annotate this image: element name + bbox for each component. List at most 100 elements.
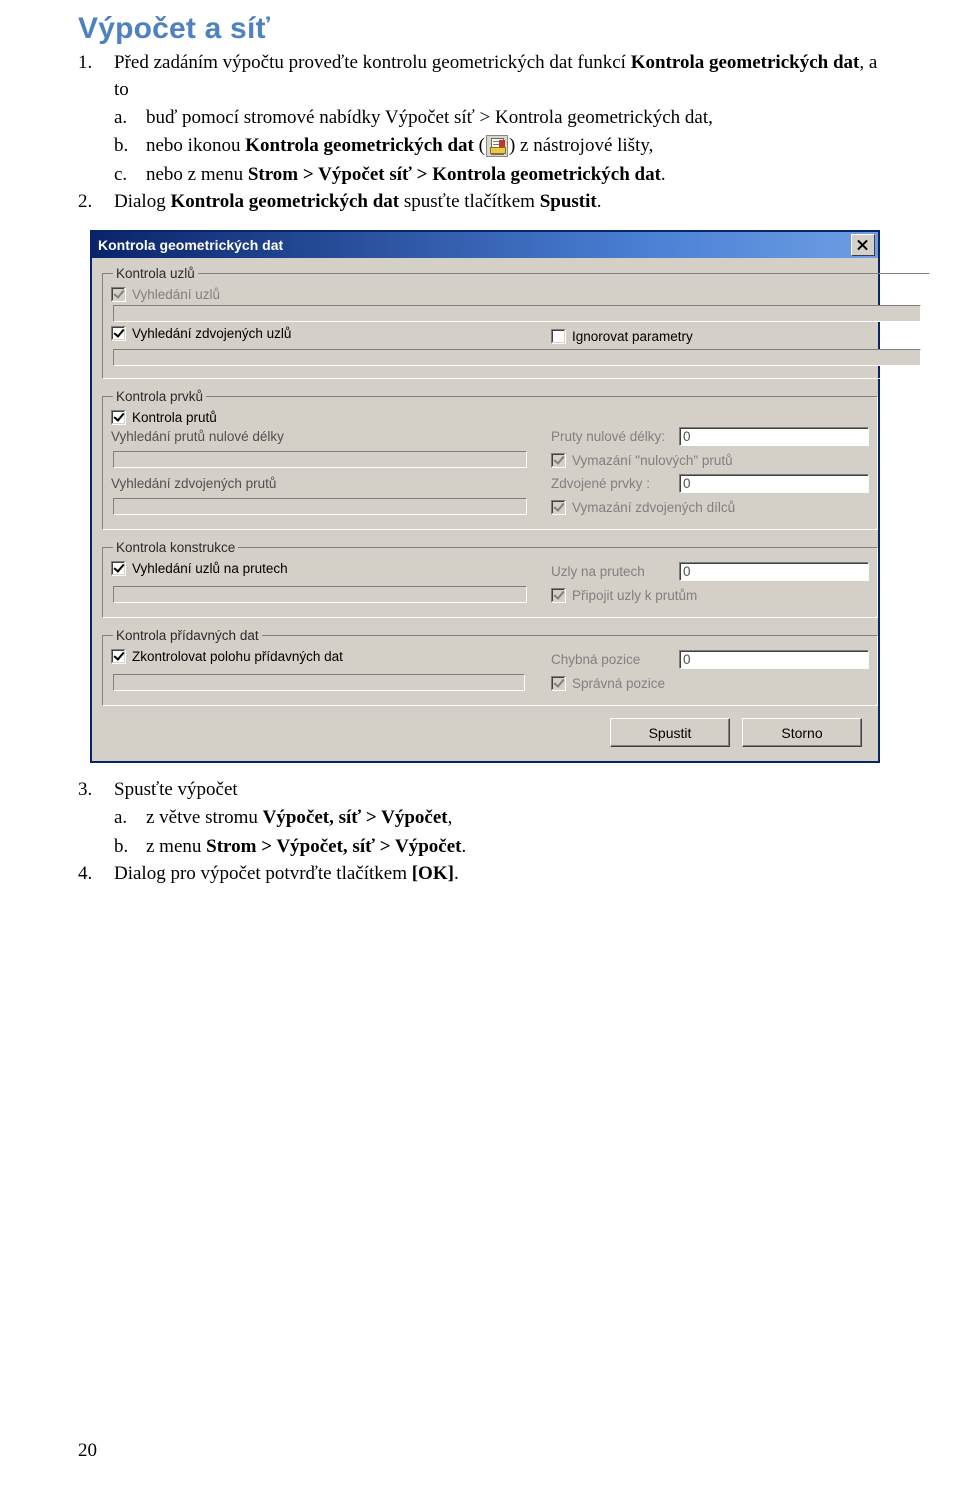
checkbox-find-duplicate-nodes-label: Vyhledání zdvojených uzlů: [132, 326, 292, 342]
row-connect-nodes: Připojit uzly k prutům: [111, 583, 869, 607]
checkbox-find-nodes-on-members[interactable]: Vyhledání uzlů na prutech: [111, 561, 288, 577]
group-structure-check-legend: Kontrola konstrukce: [116, 540, 236, 556]
step-4-text-before: Dialog pro výpočet potvrďte tlačítkem: [114, 863, 412, 885]
checkbox-delete-zero-members-label: Vymazání "nulových" prutů: [572, 452, 733, 468]
step-1-number: 1.: [78, 52, 93, 73]
checkbox-correct-position[interactable]: Správná pozice: [551, 675, 666, 691]
group-elements-check-legend: Kontrola prvků: [116, 389, 204, 405]
step-1a-letter: a.: [114, 106, 128, 128]
checkbox-correct-position-label: Správná pozice: [572, 675, 666, 691]
step-1c-post: .: [660, 163, 666, 185]
step-1b-text: nebo ikonou Kontrola geometrických dat (…: [146, 132, 882, 161]
group-additional-data-check: Kontrola přídavných dat Zkontrolovat pol…: [102, 628, 878, 707]
dialog-title-bar: Kontrola geometrických dat: [92, 232, 878, 259]
step-1c: c. nebo z menu Strom > Výpočet síť > Kon…: [114, 161, 882, 190]
step-4-text: Dialog pro výpočet potvrďte tlačítkem [O…: [114, 861, 882, 888]
row-duplicate-members: Vyhledání zdvojených prutů Zdvojené prvk…: [111, 474, 869, 494]
step-3b-letter: b.: [114, 835, 129, 857]
row-check-members: Kontrola prutů: [111, 410, 869, 426]
step-2-text-after: .: [596, 191, 602, 213]
checkbox-check-additional-data-position[interactable]: Zkontrolovat polohu přídavných dat: [111, 649, 343, 665]
run-button[interactable]: Spustit: [610, 718, 730, 748]
checkbox-find-nodes[interactable]: Vyhledání uzlů: [111, 287, 221, 303]
progress-duplicate-members: [113, 498, 527, 516]
checkbox-find-nodes-label: Vyhledání uzlů: [132, 287, 221, 303]
step-3b-pre: z menu: [146, 835, 207, 857]
checkbox-correct-position-box[interactable]: [551, 675, 566, 691]
checkbox-connect-nodes-to-members-box[interactable]: [551, 587, 566, 603]
checkbox-delete-duplicate-parts-box[interactable]: [551, 499, 566, 515]
field-duplicate-elements[interactable]: 0: [679, 474, 869, 494]
step-1b-post2: ) z nástrojové lišty,: [508, 135, 654, 157]
checkbox-find-duplicate-nodes-box[interactable]: [111, 326, 126, 342]
checkbox-connect-nodes-to-members-label: Připojit uzly k prutům: [572, 587, 698, 603]
checkbox-check-members-box[interactable]: [111, 410, 126, 426]
step-4-bold: [OK]: [411, 863, 454, 885]
step-1c-pre: nebo z menu: [146, 163, 248, 185]
step-2: 2. Dialog Kontrola geometrických dat spu…: [78, 189, 882, 216]
geometry-check-dialog: Kontrola geometrických dat Kontrola uzlů…: [90, 230, 930, 764]
field-zero-length-members[interactable]: 0: [679, 427, 869, 447]
progress-find-nodes: [113, 305, 921, 323]
checkbox-find-nodes-box[interactable]: [111, 287, 126, 303]
step-3a-post: ,: [447, 807, 453, 829]
label-duplicate-elements: Zdvojené prvky :: [551, 476, 651, 492]
checkbox-delete-zero-members[interactable]: Vymazání "nulových" prutů: [551, 452, 733, 468]
close-icon[interactable]: [851, 234, 875, 257]
dialog-title: Kontrola geometrických dat: [98, 237, 284, 254]
progress-zero-length-members: [113, 451, 527, 469]
label-find-zero-length-members: Vyhledání prutů nulové délky: [111, 428, 284, 444]
checkbox-ignore-parameters-box[interactable]: [551, 328, 566, 344]
checkbox-delete-zero-members-box[interactable]: [551, 452, 566, 468]
group-structure-check: Kontrola konstrukce Vyhledání uzlů na pr…: [102, 540, 878, 619]
step-2-number: 2.: [78, 191, 93, 213]
row-nodes-on-members: Vyhledání uzlů na prutech Uzly na prutec…: [111, 561, 869, 581]
cancel-button[interactable]: Storno: [742, 718, 862, 748]
checkbox-check-additional-data-position-box[interactable]: [111, 649, 126, 665]
field-wrong-position[interactable]: 0: [679, 649, 869, 669]
step-1-bold: Kontrola geometrických dat: [630, 52, 860, 73]
row-find-duplicate-nodes: Vyhledání zdvojených uzlů Ignorovat para…: [111, 326, 921, 346]
progress-find-duplicate-nodes: [113, 349, 921, 367]
step-3a-bold: Výpočet, síť > Výpočet: [262, 807, 448, 829]
step-2-text-before: Dialog: [114, 191, 171, 213]
label-wrong-position: Chybná pozice: [551, 651, 641, 667]
step-1-text-before: Před zadáním výpočtu proveďte kontrolu g…: [114, 52, 631, 73]
checkbox-check-members[interactable]: Kontrola prutů: [111, 410, 217, 426]
row-delete-zero-members: Vymazání "nulových" prutů: [111, 448, 869, 472]
row-zero-length-members: Vyhledání prutů nulové délky Pruty nulov…: [111, 427, 869, 447]
step-1b: b. nebo ikonou Kontrola geometrických da…: [114, 132, 882, 161]
step-3: 3. Spusťte výpočet: [78, 777, 882, 804]
group-nodes-check-legend: Kontrola uzlů: [116, 266, 195, 282]
checkbox-check-members-label: Kontrola prutů: [132, 410, 217, 426]
step-3a-letter: a.: [114, 807, 128, 829]
checkbox-check-additional-data-position-label: Zkontrolovat polohu přídavných dat: [132, 649, 343, 665]
step-1: 1. Před zadáním výpočtu proveďte kontrol…: [78, 50, 882, 104]
checkbox-ignore-parameters-label: Ignorovat parametry: [572, 328, 693, 344]
checkbox-delete-duplicate-parts[interactable]: Vymazání zdvojených dílců: [551, 499, 736, 515]
label-find-duplicate-members: Vyhledání zdvojených prutů: [111, 475, 277, 491]
step-2-bold2: Spustit: [539, 191, 597, 213]
step-2-bold: Kontrola geometrických dat: [170, 191, 400, 213]
step-3b: b. z menu Strom > Výpočet, síť > Výpočet…: [114, 833, 882, 862]
dialog-body: Kontrola uzlů Vyhledání uzlů Vyhledání z…: [92, 258, 930, 761]
step-1b-pre: nebo ikonou: [146, 135, 246, 157]
label-zero-length-members: Pruty nulové délky:: [551, 429, 666, 445]
checkbox-delete-duplicate-parts-label: Vymazání zdvojených dílců: [572, 499, 736, 515]
step-1c-letter: c.: [114, 163, 128, 185]
checkbox-find-nodes-on-members-box[interactable]: [111, 561, 126, 577]
progress-additional-data: [113, 674, 525, 692]
checkbox-connect-nodes-to-members[interactable]: Připojit uzly k prutům: [551, 587, 698, 603]
step-3b-bold: Strom > Výpočet, síť > Výpočet: [206, 835, 462, 857]
page-number: 20: [78, 1440, 97, 1461]
checkbox-find-duplicate-nodes[interactable]: Vyhledání zdvojených uzlů: [111, 326, 292, 342]
step-1c-text: nebo z menu Strom > Výpočet síť > Kontro…: [146, 161, 882, 190]
field-nodes-on-members[interactable]: 0: [679, 561, 869, 581]
row-find-nodes: Vyhledání uzlů: [111, 287, 921, 303]
group-additional-data-check-legend: Kontrola přídavných dat: [116, 628, 259, 644]
step-4: 4. Dialog pro výpočet potvrďte tlačítkem…: [78, 861, 882, 888]
step-2-text: Dialog Kontrola geometrických dat spusťt…: [114, 189, 882, 216]
checkbox-ignore-parameters[interactable]: Ignorovat parametry: [551, 328, 693, 344]
step-2-text-mid: spusťte tlačítkem: [399, 191, 540, 213]
step-1-text: Před zadáním výpočtu proveďte kontrolu g…: [114, 50, 882, 104]
